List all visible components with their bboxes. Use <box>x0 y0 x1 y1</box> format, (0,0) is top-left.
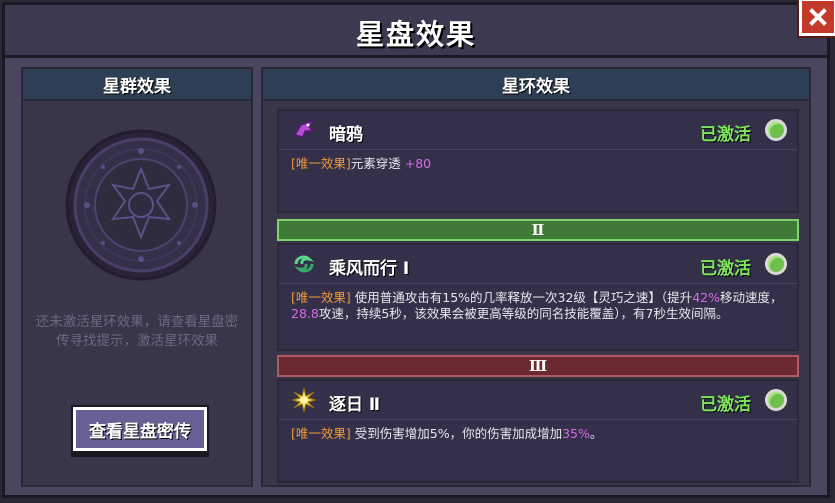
tier-divider-3: Ⅲ <box>277 355 799 377</box>
effect-text: 攻速，持续5秒，该效果会被更高等级的同名技能覆盖），有7秒生效间隔。 <box>318 306 729 321</box>
effect-value: 28.8 <box>291 306 319 321</box>
effect-text: 移动速度， <box>719 290 783 305</box>
constellation-header: 星群效果 <box>23 69 251 101</box>
effect-description: [唯一效果] 使用普通攻击有15%的几率释放一次32级【灵巧之速】（提升42%移… <box>279 284 797 328</box>
star-disk-window: 星盘效果 星群效果 还未激活星环效果，请查看星盘密传寻找提示，激活星环效果 查看… <box>2 2 830 498</box>
unique-effect-tag: [唯一效果] <box>291 290 351 305</box>
effect-value: +80 <box>404 156 432 171</box>
effect-status: 已激活 <box>700 259 751 279</box>
effect-entry-head: 乘风而行 Ⅰ 已激活 <box>279 245 797 284</box>
star-ring-panel: 星环效果 暗鸦 已激活 [唯一效果]元素穿透 +80 Ⅱ 乘风而行 Ⅰ 已激活 … <box>261 67 811 487</box>
close-button[interactable] <box>799 0 835 36</box>
wind-icon <box>294 255 314 273</box>
unique-effect-tag: [唯一效果] <box>291 426 351 441</box>
effect-entry-sun: 逐日 Ⅱ 已激活 [唯一效果] 受到伤害增加5%，你的伤害加成增加35%。 <box>277 379 799 483</box>
window-title: 星盘效果 <box>355 18 476 51</box>
star-disk-icon <box>65 129 217 281</box>
close-icon <box>809 8 827 26</box>
tier-divider-2: Ⅱ <box>277 219 799 241</box>
activation-hint: 还未激活星环效果，请查看星盘密传寻找提示，激活星环效果 <box>35 314 239 349</box>
effect-description: [唯一效果]元素穿透 +80 <box>279 150 797 178</box>
effect-entry-wind: 乘风而行 Ⅰ 已激活 [唯一效果] 使用普通攻击有15%的几率释放一次32级【灵… <box>277 243 799 351</box>
effect-text: 。 <box>589 426 603 441</box>
crow-icon <box>293 119 315 138</box>
sun-icon <box>291 387 317 413</box>
effect-status: 已激活 <box>700 395 751 415</box>
active-dot-icon <box>765 253 787 275</box>
effect-name: 乘风而行 Ⅰ <box>329 259 410 279</box>
star-ring-header: 星环效果 <box>263 69 809 101</box>
effect-description: [唯一效果] 受到伤害增加5%，你的伤害加成增加35%。 <box>279 420 797 448</box>
unique-effect-tag: [唯一效果] <box>291 156 351 171</box>
effect-entry-head: 逐日 Ⅱ 已激活 <box>279 381 797 420</box>
effect-name: 逐日 Ⅱ <box>329 395 381 415</box>
constellation-panel: 星群效果 还未激活星环效果，请查看星盘密传寻找提示，激活星环效果 查看星盘密传 <box>21 67 253 487</box>
view-star-secrets-button[interactable]: 查看星盘密传 <box>73 407 207 451</box>
effect-entry-crow: 暗鸦 已激活 [唯一效果]元素穿透 +80 <box>277 109 799 213</box>
effect-value: 42% <box>692 290 720 305</box>
effect-status: 已激活 <box>700 125 751 145</box>
effect-text: 受到伤害增加5%，你的伤害加成增加 <box>350 426 563 441</box>
effect-text: 元素穿透 <box>350 156 405 171</box>
active-dot-icon <box>765 119 787 141</box>
effect-text: 使用普通攻击有15%的几率释放一次32级【灵巧之速】（提升 <box>350 290 693 305</box>
title-bar: 星盘效果 <box>5 5 827 58</box>
active-dot-icon <box>765 389 787 411</box>
effect-entry-head: 暗鸦 已激活 <box>279 111 797 150</box>
effect-name: 暗鸦 <box>329 125 363 145</box>
effect-value: 35% <box>562 426 590 441</box>
